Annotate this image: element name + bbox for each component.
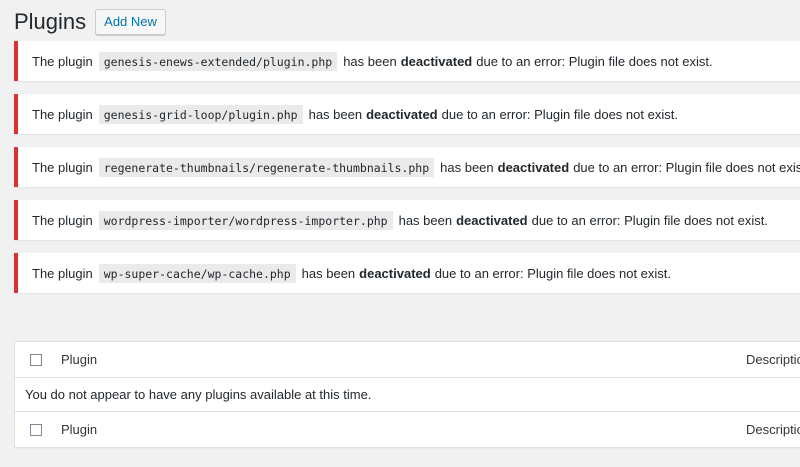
page-header: Plugins Add New (14, 8, 166, 36)
column-footer-description[interactable]: Description (746, 422, 800, 437)
notice-prefix: The plugin (32, 53, 93, 69)
notice-middle: has been (301, 265, 356, 281)
plugin-file-path: wp-super-cache/wp-cache.php (98, 263, 296, 283)
notice-prefix: The plugin (32, 159, 93, 175)
error-notice: The plugin genesis-grid-loop/plugin.php … (14, 94, 800, 134)
notice-prefix: The plugin (32, 106, 93, 122)
notice-suffix: due to an error: Plugin file does not ex… (531, 212, 768, 228)
notice-status: deactivated (456, 212, 528, 228)
select-all-checkbox-footer[interactable] (30, 423, 42, 436)
plugin-file-path: genesis-grid-loop/plugin.php (98, 104, 303, 124)
notice-prefix: The plugin (32, 265, 93, 281)
notice-status: deactivated (366, 106, 438, 122)
notice-status: deactivated (497, 159, 570, 175)
error-notice: The plugin wordpress-importer/wordpress-… (14, 200, 800, 240)
error-notices: The plugin genesis-enews-extended/plugin… (14, 41, 800, 306)
notice-middle: has been (308, 106, 363, 122)
plugin-file-path: genesis-enews-extended/plugin.php (98, 51, 338, 71)
notice-middle: has been (398, 212, 453, 228)
empty-table-message: You do not appear to have any plugins av… (25, 387, 372, 402)
column-header-plugin[interactable]: Plugin (61, 352, 97, 367)
notice-status: deactivated (400, 53, 473, 69)
error-notice: The plugin regenerate-thumbnails/regener… (14, 147, 800, 187)
notice-suffix: due to an error: Plugin file does not ex… (441, 106, 678, 122)
table-header-row: Plugin Description (15, 342, 800, 378)
notice-middle: has been (440, 159, 494, 175)
column-header-description[interactable]: Description (746, 352, 800, 367)
plugin-file-path: regenerate-thumbnails/regenerate-thumbna… (98, 157, 435, 177)
table-footer-row: Plugin Description (15, 411, 800, 447)
plugins-table: Plugin Description You do not appear to … (14, 341, 800, 448)
plugin-file-path: wordpress-importer/wordpress-importer.ph… (98, 210, 393, 230)
select-all-checkbox[interactable] (30, 353, 42, 366)
notice-middle: has been (343, 53, 397, 69)
add-new-button[interactable]: Add New (95, 9, 166, 35)
error-notice: The plugin genesis-enews-extended/plugin… (14, 41, 800, 81)
notice-suffix: due to an error: Plugin file does not ex… (476, 53, 713, 69)
notice-prefix: The plugin (32, 212, 93, 228)
page-title: Plugins (14, 9, 87, 34)
notice-suffix: due to an error: Plugin file does not ex… (573, 159, 800, 175)
notice-suffix: due to an error: Plugin file does not ex… (434, 265, 672, 281)
notice-status: deactivated (359, 265, 431, 281)
error-notice: The plugin wp-super-cache/wp-cache.php h… (14, 253, 800, 293)
column-footer-plugin[interactable]: Plugin (61, 422, 97, 437)
